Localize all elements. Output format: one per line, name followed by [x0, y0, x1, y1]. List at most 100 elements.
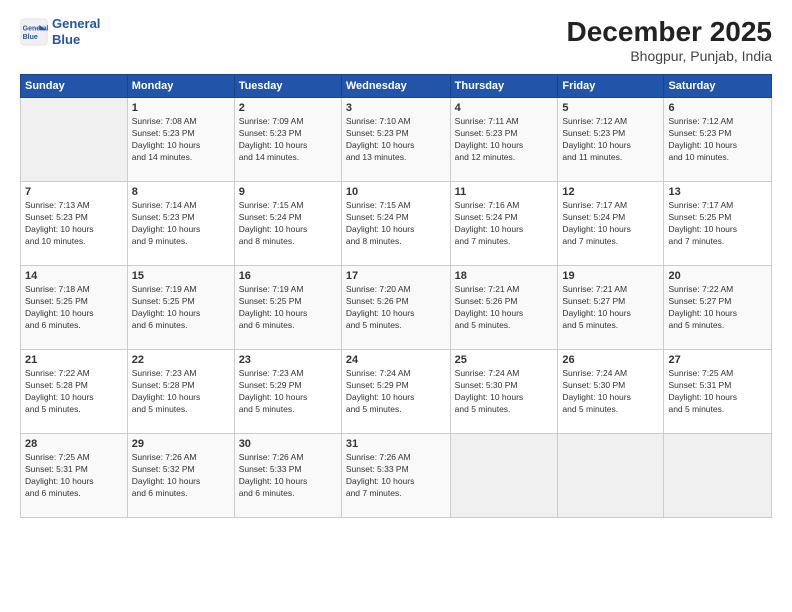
calendar-cell: [664, 434, 772, 518]
calendar-cell: 31Sunrise: 7:26 AM Sunset: 5:33 PM Dayli…: [341, 434, 450, 518]
calendar-cell: 18 Sunrise: 7:21 AM Sunset: 5:26 PM Dayli…: [450, 266, 558, 350]
calendar-cell: 6 Sunrise: 7:12 AM Sunset: 5:23 PM Daylig…: [664, 98, 772, 182]
day-info: Sunrise: 7:23 AM Sunset: 5:29 PM Dayligh…: [239, 368, 337, 416]
calendar-cell: 12 Sunrise: 7:17 AM Sunset: 5:24 PM Dayli…: [558, 182, 664, 266]
calendar-cell: 22Sunrise: 7:23 AM Sunset: 5:28 PM Dayli…: [127, 350, 234, 434]
calendar-cell: 10 Sunrise: 7:15 AM Sunset: 5:24 PM Dayli…: [341, 182, 450, 266]
day-number: 3: [346, 102, 446, 114]
calendar-cell: 8 Sunrise: 7:14 AM Sunset: 5:23 PM Daylig…: [127, 182, 234, 266]
calendar-cell: 11 Sunrise: 7:16 AM Sunset: 5:24 PM Dayli…: [450, 182, 558, 266]
calendar-header-wednesday: Wednesday: [341, 75, 450, 98]
calendar-table: SundayMondayTuesdayWednesdayThursdayFrid…: [20, 74, 772, 518]
calendar-cell: 4Sunrise: 7:11 AM Sunset: 5:23 PM Daylig…: [450, 98, 558, 182]
calendar-header-row: SundayMondayTuesdayWednesdayThursdayFrid…: [21, 75, 772, 98]
day-info: Sunrise: 7:09 AM Sunset: 5:23 PM Dayligh…: [239, 116, 337, 164]
day-number: 5: [562, 102, 659, 114]
day-info: Sunrise: 7:12 AM Sunset: 5:23 PM Dayligh…: [668, 116, 767, 164]
calendar-cell: 21 Sunrise: 7:22 AM Sunset: 5:28 PM Dayli…: [21, 350, 128, 434]
calendar-cell: 13 Sunrise: 7:17 AM Sunset: 5:25 PM Dayli…: [664, 182, 772, 266]
calendar-header-sunday: Sunday: [21, 75, 128, 98]
day-info: Sunrise: 7:12 AM Sunset: 5:23 PM Dayligh…: [562, 116, 659, 164]
day-number: 9: [239, 186, 337, 198]
calendar-cell: 29Sunrise: 7:26 AM Sunset: 5:32 PM Dayli…: [127, 434, 234, 518]
day-info: Sunrise: 7:24 AM Sunset: 5:30 PM Dayligh…: [562, 368, 659, 416]
calendar-week-row: 28Sunrise: 7:25 AM Sunset: 5:31 PM Dayli…: [21, 434, 772, 518]
day-number: 20: [668, 270, 767, 282]
day-info: Sunrise: 7:22 AM Sunset: 5:28 PM Dayligh…: [25, 368, 123, 416]
calendar-cell: 2 Sunrise: 7:09 AM Sunset: 5:23 PM Daylig…: [234, 98, 341, 182]
calendar-week-row: 7 Sunrise: 7:13 AM Sunset: 5:23 PM Daylig…: [21, 182, 772, 266]
day-info: Sunrise: 7:16 AM Sunset: 5:24 PM Dayligh…: [455, 200, 554, 248]
day-info: Sunrise: 7:24 AM Sunset: 5:30 PM Dayligh…: [455, 368, 554, 416]
day-info: Sunrise: 7:17 AM Sunset: 5:24 PM Dayligh…: [562, 200, 659, 248]
day-info: Sunrise: 7:15 AM Sunset: 5:24 PM Dayligh…: [239, 200, 337, 248]
calendar-cell: 14Sunrise: 7:18 AM Sunset: 5:25 PM Dayli…: [21, 266, 128, 350]
day-number: 10: [346, 186, 446, 198]
day-info: Sunrise: 7:19 AM Sunset: 5:25 PM Dayligh…: [239, 284, 337, 332]
calendar-cell: 30Sunrise: 7:26 AM Sunset: 5:33 PM Dayli…: [234, 434, 341, 518]
calendar-cell: 28Sunrise: 7:25 AM Sunset: 5:31 PM Dayli…: [21, 434, 128, 518]
day-info: Sunrise: 7:14 AM Sunset: 5:23 PM Dayligh…: [132, 200, 230, 248]
day-number: 19: [562, 270, 659, 282]
day-number: 25: [455, 354, 554, 366]
day-info: Sunrise: 7:21 AM Sunset: 5:26 PM Dayligh…: [455, 284, 554, 332]
calendar-cell: [21, 98, 128, 182]
calendar-cell: 20 Sunrise: 7:22 AM Sunset: 5:27 PM Dayli…: [664, 266, 772, 350]
calendar-header-monday: Monday: [127, 75, 234, 98]
day-number: 11: [455, 186, 554, 198]
day-number: 27: [668, 354, 767, 366]
day-info: Sunrise: 7:22 AM Sunset: 5:27 PM Dayligh…: [668, 284, 767, 332]
calendar-header-thursday: Thursday: [450, 75, 558, 98]
day-number: 2: [239, 102, 337, 114]
day-number: 8: [132, 186, 230, 198]
page: General Blue General Blue December 2025 …: [0, 0, 792, 612]
day-number: 16: [239, 270, 337, 282]
title-block: December 2025 Bhogpur, Punjab, India: [567, 16, 772, 64]
day-number: 13: [668, 186, 767, 198]
day-number: 7: [25, 186, 123, 198]
day-number: 4: [455, 102, 554, 114]
svg-text:Blue: Blue: [23, 34, 38, 41]
day-number: 30: [239, 438, 337, 450]
calendar-cell: 19Sunrise: 7:21 AM Sunset: 5:27 PM Dayli…: [558, 266, 664, 350]
day-number: 6: [668, 102, 767, 114]
day-info: Sunrise: 7:25 AM Sunset: 5:31 PM Dayligh…: [668, 368, 767, 416]
day-number: 18: [455, 270, 554, 282]
day-number: 17: [346, 270, 446, 282]
month-title: December 2025: [567, 16, 772, 48]
logo-icon: General Blue: [20, 18, 48, 46]
day-number: 28: [25, 438, 123, 450]
calendar-cell: 1 Sunrise: 7:08 AM Sunset: 5:23 PM Daylig…: [127, 98, 234, 182]
day-info: Sunrise: 7:10 AM Sunset: 5:23 PM Dayligh…: [346, 116, 446, 164]
day-number: 15: [132, 270, 230, 282]
day-info: Sunrise: 7:08 AM Sunset: 5:23 PM Dayligh…: [132, 116, 230, 164]
day-number: 26: [562, 354, 659, 366]
day-number: 14: [25, 270, 123, 282]
day-number: 21: [25, 354, 123, 366]
calendar-week-row: 1 Sunrise: 7:08 AM Sunset: 5:23 PM Daylig…: [21, 98, 772, 182]
calendar-week-row: 14Sunrise: 7:18 AM Sunset: 5:25 PM Dayli…: [21, 266, 772, 350]
day-info: Sunrise: 7:26 AM Sunset: 5:33 PM Dayligh…: [346, 452, 446, 500]
day-info: Sunrise: 7:17 AM Sunset: 5:25 PM Dayligh…: [668, 200, 767, 248]
calendar-cell: 26 Sunrise: 7:24 AM Sunset: 5:30 PM Dayli…: [558, 350, 664, 434]
calendar-header-friday: Friday: [558, 75, 664, 98]
logo: General Blue General Blue: [20, 16, 100, 47]
calendar-cell: [558, 434, 664, 518]
calendar-cell: 25 Sunrise: 7:24 AM Sunset: 5:30 PM Dayli…: [450, 350, 558, 434]
calendar-cell: [450, 434, 558, 518]
logo-text-line2: Blue: [52, 32, 80, 47]
calendar-cell: 17 Sunrise: 7:20 AM Sunset: 5:26 PM Dayli…: [341, 266, 450, 350]
day-info: Sunrise: 7:13 AM Sunset: 5:23 PM Dayligh…: [25, 200, 123, 248]
calendar-cell: 5 Sunrise: 7:12 AM Sunset: 5:23 PM Daylig…: [558, 98, 664, 182]
calendar-cell: 7 Sunrise: 7:13 AM Sunset: 5:23 PM Daylig…: [21, 182, 128, 266]
day-info: Sunrise: 7:15 AM Sunset: 5:24 PM Dayligh…: [346, 200, 446, 248]
calendar-cell: 9 Sunrise: 7:15 AM Sunset: 5:24 PM Daylig…: [234, 182, 341, 266]
logo-text-line1: General: [52, 16, 100, 31]
day-number: 1: [132, 102, 230, 114]
day-number: 23: [239, 354, 337, 366]
calendar-cell: 3 Sunrise: 7:10 AM Sunset: 5:23 PM Daylig…: [341, 98, 450, 182]
day-number: 12: [562, 186, 659, 198]
day-number: 24: [346, 354, 446, 366]
calendar-cell: 27 Sunrise: 7:25 AM Sunset: 5:31 PM Dayli…: [664, 350, 772, 434]
day-info: Sunrise: 7:20 AM Sunset: 5:26 PM Dayligh…: [346, 284, 446, 332]
